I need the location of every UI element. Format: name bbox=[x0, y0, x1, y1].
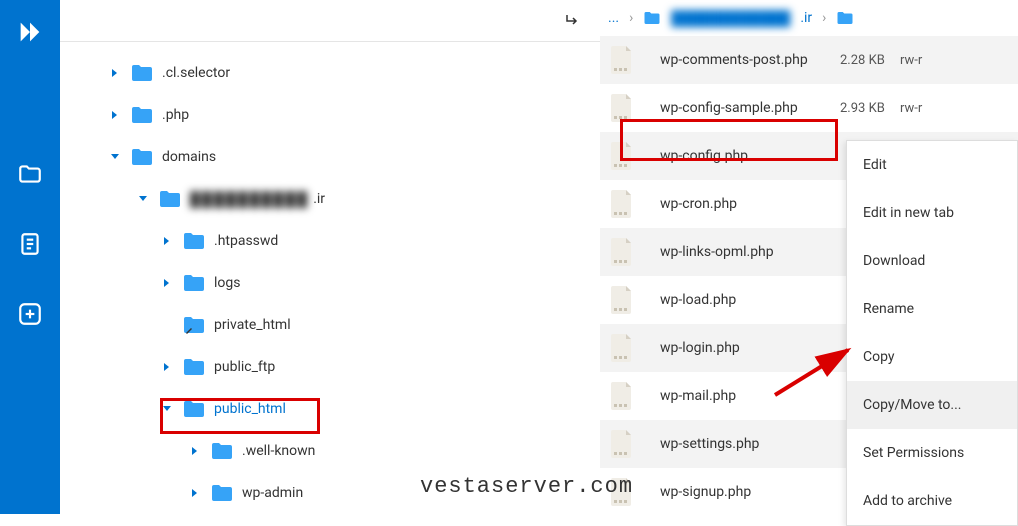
file-icon bbox=[608, 142, 636, 170]
tree-toggle-icon[interactable] bbox=[136, 194, 150, 204]
context-menu-item[interactable]: Edit in new tab bbox=[847, 189, 1017, 237]
tree-toggle-icon[interactable] bbox=[188, 446, 202, 456]
tree-item[interactable]: ██████████ .ir bbox=[60, 178, 600, 220]
file-icon bbox=[608, 238, 636, 266]
file-size: 2.93 KB bbox=[840, 101, 900, 116]
document-nav-icon[interactable] bbox=[16, 230, 44, 258]
breadcrumb-root[interactable]: ... bbox=[608, 10, 619, 26]
file-name: wp-login.php bbox=[660, 340, 840, 356]
file-row[interactable]: wp-config-sample.php2.93 KBrw-r bbox=[600, 84, 1018, 132]
tree-item-suffix: .ir bbox=[313, 191, 325, 207]
return-icon[interactable] bbox=[564, 12, 582, 30]
tree-item[interactable]: logs bbox=[60, 262, 600, 304]
nav-sidebar bbox=[0, 0, 60, 514]
chevron-right-icon: › bbox=[629, 10, 633, 26]
tree-item-label: .cl.selector bbox=[162, 65, 230, 81]
folder-icon bbox=[836, 10, 854, 26]
file-name: wp-mail.php bbox=[660, 388, 840, 404]
folder-tree-panel: .cl.selector .php domains ██████████ .ir .htp… bbox=[60, 0, 600, 514]
breadcrumb-suffix: .ir bbox=[800, 10, 812, 26]
tree-item-label: ██████████ bbox=[190, 191, 309, 208]
file-row[interactable]: wp-comments-post.php2.28 KBrw-r bbox=[600, 36, 1018, 84]
add-nav-icon[interactable] bbox=[16, 300, 44, 328]
tree-item-label: .well-known bbox=[242, 443, 315, 459]
tree-item-label: public_ftp bbox=[214, 359, 275, 375]
breadcrumb: ... › ████████████ .ir › bbox=[600, 0, 1018, 36]
tree-toggle-icon[interactable] bbox=[188, 488, 202, 498]
folder-icon bbox=[643, 10, 661, 26]
file-icon bbox=[608, 94, 636, 122]
tree-item-label: .php bbox=[162, 107, 189, 123]
context-menu-item[interactable]: Add to archive bbox=[847, 477, 1017, 525]
tree-item[interactable]: public_ftp bbox=[60, 346, 600, 388]
file-icon bbox=[608, 286, 636, 314]
tree-item-label: private_html bbox=[214, 317, 291, 333]
file-icon bbox=[608, 334, 636, 362]
tree-item-label: wp-admin bbox=[242, 485, 303, 501]
file-name: wp-signup.php bbox=[660, 484, 840, 500]
file-permissions: rw-r bbox=[900, 53, 922, 68]
tree-item-label: domains bbox=[162, 149, 216, 165]
tree-toggle-icon[interactable] bbox=[108, 110, 122, 120]
file-icon bbox=[608, 430, 636, 458]
file-name: wp-cron.php bbox=[660, 196, 840, 212]
tree-item[interactable]: .cl.selector bbox=[60, 52, 600, 94]
folder-icon bbox=[182, 273, 206, 293]
tree-toolbar bbox=[60, 0, 600, 42]
tree-item[interactable]: .htpasswd bbox=[60, 220, 600, 262]
tree-item-label: logs bbox=[214, 275, 240, 291]
tree-item[interactable]: private_html bbox=[60, 304, 600, 346]
file-permissions: rw-r bbox=[900, 101, 922, 116]
context-menu-item[interactable]: Rename bbox=[847, 285, 1017, 333]
tree-item-label: public_html bbox=[214, 401, 286, 417]
file-size: 2.28 KB bbox=[840, 53, 900, 68]
folder-icon bbox=[158, 189, 182, 209]
folder-icon bbox=[130, 147, 154, 167]
tree-item[interactable]: public_html bbox=[60, 388, 600, 430]
tree-toggle-icon[interactable] bbox=[108, 68, 122, 78]
tree-item[interactable]: wp-admin bbox=[60, 472, 600, 514]
file-icon bbox=[608, 382, 636, 410]
tree-toggle-icon[interactable] bbox=[160, 362, 174, 372]
chevron-right-icon: › bbox=[822, 10, 826, 26]
file-name: wp-links-opml.php bbox=[660, 244, 840, 260]
file-name: wp-comments-post.php bbox=[660, 52, 840, 68]
folder-icon bbox=[182, 399, 206, 419]
tree-item[interactable]: .php bbox=[60, 94, 600, 136]
tree-item[interactable]: domains bbox=[60, 136, 600, 178]
tree-toggle-icon[interactable] bbox=[160, 404, 174, 414]
file-name: wp-config-sample.php bbox=[660, 100, 840, 116]
tree-item-label: .htpasswd bbox=[214, 233, 278, 249]
file-name: wp-config.php bbox=[660, 148, 840, 164]
folder-icon bbox=[130, 105, 154, 125]
tree-item[interactable]: .well-known bbox=[60, 430, 600, 472]
breadcrumb-domain[interactable]: ████████████ bbox=[671, 10, 790, 27]
context-menu-item[interactable]: Set Permissions bbox=[847, 429, 1017, 477]
folder-icon bbox=[182, 357, 206, 377]
file-name: wp-load.php bbox=[660, 292, 840, 308]
folder-icon bbox=[210, 483, 234, 503]
logo-icon[interactable] bbox=[16, 18, 44, 46]
folder-icon bbox=[130, 63, 154, 83]
file-icon bbox=[608, 190, 636, 218]
folder-icon bbox=[182, 231, 206, 251]
context-menu-item[interactable]: Download bbox=[847, 237, 1017, 285]
tree-toggle-icon[interactable] bbox=[160, 236, 174, 246]
file-icon bbox=[608, 46, 636, 74]
folder-icon bbox=[210, 441, 234, 461]
file-icon bbox=[608, 478, 636, 506]
context-menu-item[interactable]: Edit bbox=[847, 141, 1017, 189]
context-menu: EditEdit in new tabDownloadRenameCopyCop… bbox=[846, 140, 1018, 526]
folder-icon bbox=[182, 315, 206, 335]
context-menu-item[interactable]: Copy bbox=[847, 333, 1017, 381]
tree-toggle-icon[interactable] bbox=[160, 278, 174, 288]
tree-toggle-icon[interactable] bbox=[108, 152, 122, 162]
folder-nav-icon[interactable] bbox=[16, 160, 44, 188]
context-menu-item[interactable]: Copy/Move to... bbox=[847, 381, 1017, 429]
file-name: wp-settings.php bbox=[660, 436, 840, 452]
